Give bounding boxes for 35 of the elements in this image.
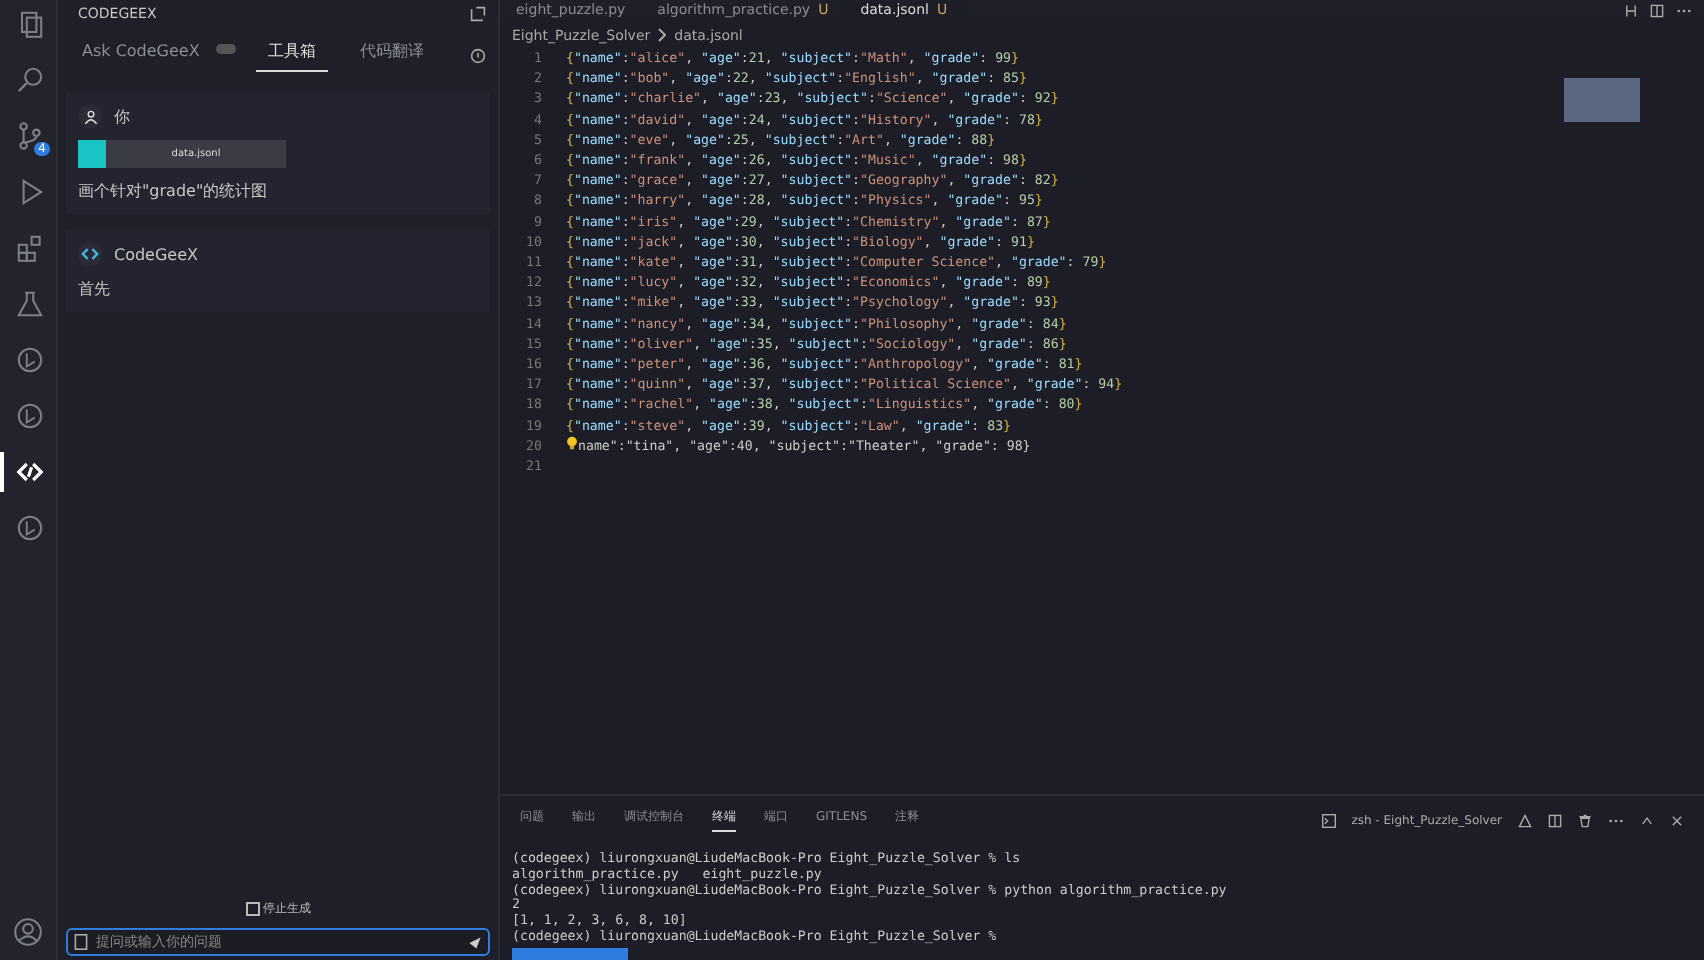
send-icon[interactable] bbox=[468, 935, 482, 949]
blocks-icon[interactable] bbox=[14, 232, 46, 264]
selection-highlight bbox=[512, 947, 628, 960]
chevron-up-icon[interactable] bbox=[1640, 813, 1654, 827]
lightbulb-icon[interactable] bbox=[566, 435, 578, 450]
account-icon[interactable] bbox=[12, 916, 44, 948]
compare-icon[interactable] bbox=[1624, 4, 1638, 18]
split-icon[interactable] bbox=[1548, 813, 1562, 827]
close-icon[interactable] bbox=[1670, 813, 1684, 827]
branch-icon[interactable] bbox=[14, 120, 46, 152]
file-icon bbox=[78, 140, 106, 168]
tab[interactable]: 工具箱 bbox=[255, 38, 328, 72]
more-icon[interactable] bbox=[1676, 4, 1692, 18]
author-name: CodeGeeX bbox=[114, 245, 199, 263]
tab[interactable]: 代码翻译 bbox=[347, 38, 436, 72]
new-window-icon[interactable] bbox=[470, 5, 486, 21]
split-icon[interactable] bbox=[1650, 4, 1664, 18]
circle-icon[interactable] bbox=[14, 344, 46, 376]
message-text: 首先 bbox=[78, 278, 112, 300]
search-icon[interactable] bbox=[14, 64, 46, 96]
message-text: 画个针对"grade"的统计图 bbox=[78, 180, 270, 202]
circle-icon[interactable] bbox=[14, 400, 46, 432]
circle-icon[interactable] bbox=[14, 512, 46, 544]
chevron-icon bbox=[658, 28, 667, 42]
user-icon bbox=[78, 104, 102, 128]
author-name: 你 bbox=[114, 105, 130, 127]
help-icon[interactable] bbox=[470, 47, 486, 63]
flask-icon[interactable] bbox=[14, 288, 46, 320]
warning-icon[interactable] bbox=[1518, 813, 1532, 827]
tab[interactable]: Ask CodeGeeX bbox=[70, 40, 212, 70]
trash-icon[interactable] bbox=[1578, 813, 1592, 827]
terminal-icon bbox=[1321, 813, 1336, 827]
badge-icon bbox=[215, 44, 236, 54]
file-icon[interactable] bbox=[74, 934, 88, 950]
code-brackets-icon bbox=[78, 242, 102, 266]
